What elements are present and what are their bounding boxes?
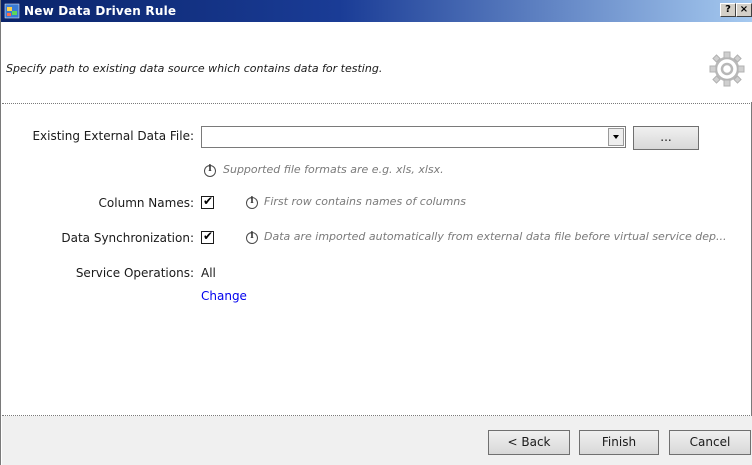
data-file-combobox[interactable]: [201, 126, 626, 148]
column-names-label: Column Names:: [98, 196, 194, 210]
header-description: Specify path to existing data source whi…: [6, 62, 383, 75]
dialog-window: New Data Driven Rule ? × Specify path to…: [0, 0, 752, 465]
finish-button[interactable]: Finish: [579, 430, 659, 455]
data-sync-hint: Data are imported automatically from ext…: [264, 230, 727, 243]
data-file-label: Existing External Data File:: [32, 129, 194, 143]
title-bar[interactable]: New Data Driven Rule ? ×: [1, 0, 752, 22]
checkmark-icon: ✔: [203, 229, 214, 243]
info-icon: [246, 231, 258, 244]
service-operations-value: All: [201, 266, 216, 280]
browse-button[interactable]: ...: [633, 126, 699, 150]
data-file-hint: Supported file formats are e.g. xls, xls…: [223, 163, 444, 176]
gear-icon: [709, 51, 745, 87]
info-icon: [246, 196, 258, 209]
change-link[interactable]: Change: [201, 289, 247, 303]
column-names-checkbox[interactable]: ✔: [201, 194, 214, 209]
window-title: New Data Driven Rule: [24, 4, 177, 18]
data-file-input[interactable]: [202, 127, 607, 147]
wizard-header: Specify path to existing data source whi…: [2, 22, 752, 102]
close-button[interactable]: ×: [736, 3, 752, 17]
data-sync-label: Data Synchronization:: [61, 231, 194, 245]
chevron-down-icon[interactable]: [608, 128, 624, 146]
checkmark-icon: ✔: [203, 194, 214, 208]
service-operations-label: Service Operations:: [75, 266, 194, 280]
column-names-hint: First row contains names of columns: [264, 195, 466, 208]
cancel-button[interactable]: Cancel: [669, 430, 751, 455]
back-button[interactable]: < Back: [488, 430, 570, 455]
help-button[interactable]: ?: [720, 3, 736, 17]
header-separator: [2, 103, 752, 104]
app-icon: [4, 3, 20, 19]
data-sync-checkbox[interactable]: ✔: [201, 229, 214, 244]
info-icon: [204, 164, 216, 177]
